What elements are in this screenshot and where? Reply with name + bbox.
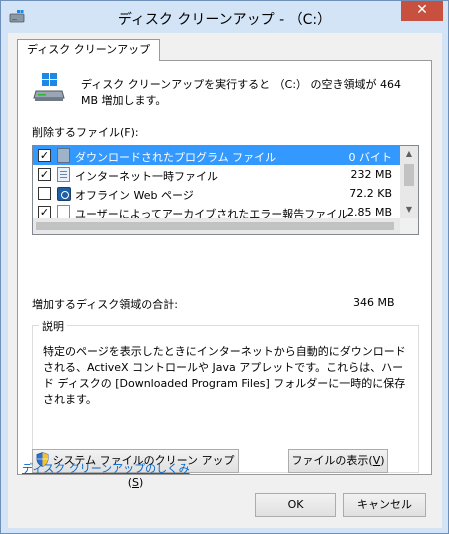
files-to-delete-list[interactable]: ✓ ダウンロードされたプログラム ファイル 0 バイト ✓ インターネット一時ファイル 2… <box>32 145 419 235</box>
tab-disk-cleanup[interactable]: ディスク クリーンアップ <box>17 39 161 61</box>
vertical-scrollbar[interactable]: ▲ ▼ <box>400 146 418 218</box>
dialog-client-area: ディスク クリーンアップ ディスク クリーンアップを実行すると （C:） の空き… <box>8 33 442 528</box>
paren-close: ) <box>138 476 144 489</box>
file-size: 72.2 KB <box>349 187 392 200</box>
scrollbar-corner <box>400 218 418 234</box>
scrollbar-thumb[interactable] <box>404 164 414 186</box>
webpage-icon <box>57 167 70 182</box>
files-to-delete-label: 削除するファイル(F): <box>32 126 139 139</box>
file-size: 0 バイト <box>348 151 393 164</box>
file-checkbox[interactable]: ✓ <box>38 168 51 181</box>
view-files-button[interactable]: ファイルの表示(V) <box>288 449 388 473</box>
file-list-row[interactable]: ✓ インターネット一時ファイル 232 MB <box>33 165 400 184</box>
file-list-row[interactable]: オフライン Web ページ 72.2 KB <box>33 184 400 203</box>
file-checkbox[interactable] <box>38 187 51 200</box>
close-button[interactable]: ✕ <box>401 1 443 21</box>
scroll-up-icon[interactable]: ▲ <box>400 146 418 162</box>
package-icon <box>57 148 70 163</box>
title-bar[interactable]: ディスク クリーンアップ - （C:） ✕ <box>1 1 448 33</box>
horizontal-scrollbar[interactable] <box>33 218 400 234</box>
description-text: 特定のページを表示したときにインターネットから自動的にダウンロードされる、Act… <box>43 345 406 406</box>
window-title: ディスク クリーンアップ - （C:） <box>117 12 332 28</box>
view-files-label: ファイルの表示( <box>291 454 373 467</box>
file-name: ダウンロードされたプログラム ファイル <box>75 151 277 164</box>
description-title: 説明 <box>39 318 67 334</box>
close-icon: ✕ <box>416 2 428 18</box>
drive-cleanup-icon <box>33 73 65 101</box>
cancel-button[interactable]: キャンセル <box>343 493 426 517</box>
summary-text: ディスク クリーンアップを実行すると （C:） の空き領域が 464 MB 増加… <box>81 78 402 107</box>
total-space-label: 増加するディスク領域の合計: <box>32 298 178 311</box>
offline-icon <box>57 187 71 201</box>
scroll-down-icon[interactable]: ▼ <box>400 202 418 218</box>
file-list-row[interactable]: ✓ ダウンロードされたプログラム ファイル 0 バイト <box>33 146 400 165</box>
file-size: 232 MB <box>350 168 392 181</box>
disk-cleanup-window: ディスク クリーンアップ - （C:） ✕ ディスク クリーンアップ ディスク … <box>0 0 449 534</box>
paren-close: ) <box>380 454 385 467</box>
file-checkbox[interactable]: ✓ <box>38 149 51 162</box>
ok-button[interactable]: OK <box>255 493 336 517</box>
tab-page: ディスク クリーンアップを実行すると （C:） の空き領域が 464 MB 増加… <box>17 60 432 489</box>
total-space-value: 346 MB <box>353 296 395 309</box>
file-name: インターネット一時ファイル <box>75 170 218 183</box>
scrollbar-thumb[interactable] <box>36 222 394 230</box>
how-disk-cleanup-works-link[interactable]: ディスク クリーンアップのしくみ <box>22 460 190 476</box>
file-name: オフライン Web ページ <box>75 189 194 202</box>
cleanup-system-files-accelerator: S <box>132 476 139 489</box>
